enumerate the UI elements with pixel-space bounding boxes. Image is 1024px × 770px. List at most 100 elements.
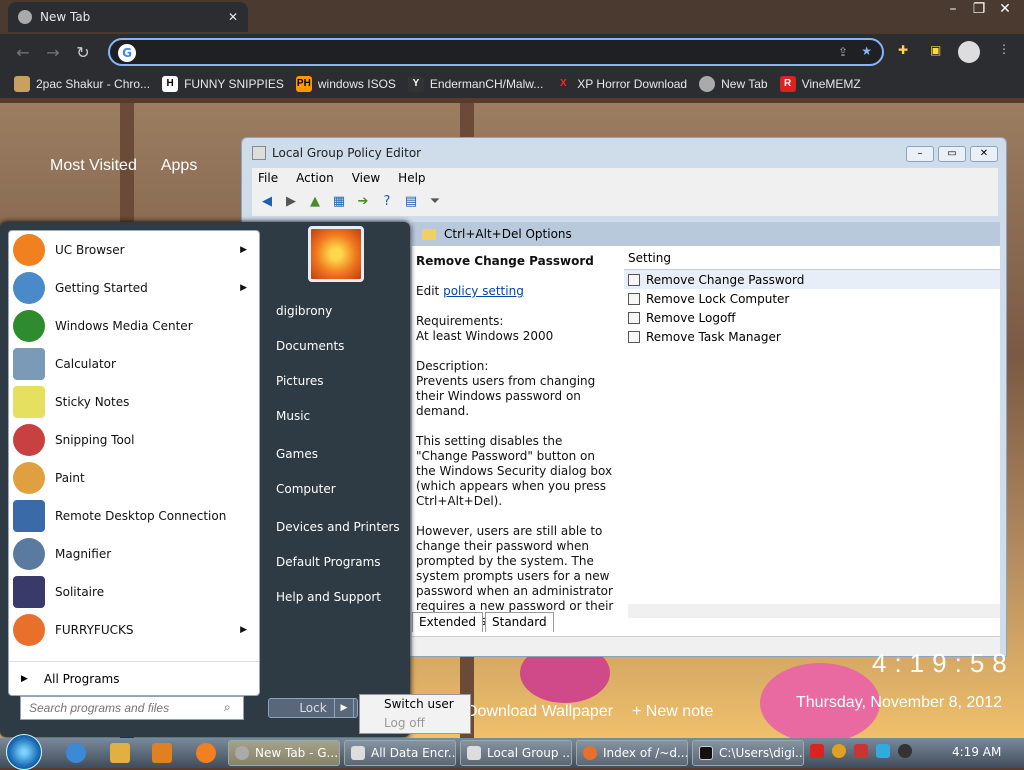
pictures-link[interactable]: Pictures xyxy=(276,374,324,388)
tab-standard[interactable]: Standard xyxy=(485,612,554,632)
list-item[interactable]: Remove Task Manager xyxy=(624,327,1000,346)
default-programs-link[interactable]: Default Programs xyxy=(276,555,381,569)
download-wallpaper-link[interactable]: Download Wallpaper xyxy=(466,703,613,721)
bookmark-item[interactable]: R VineMEMZ xyxy=(779,76,861,92)
filter-icon[interactable]: ⏷ xyxy=(426,193,444,211)
menu-help[interactable]: Help xyxy=(398,171,425,185)
bookmark-item[interactable]: X XP Horror Download xyxy=(555,76,687,92)
taskbar-button[interactable]: Local Group ... xyxy=(460,740,572,766)
games-link[interactable]: Games xyxy=(276,447,318,461)
forward-arrow-icon[interactable]: ▶ xyxy=(282,193,300,211)
start-menu-places: digibrony Documents Pictures Music Games… xyxy=(262,222,410,737)
requirements-label: Requirements: xyxy=(416,314,504,328)
back-arrow-icon[interactable]: ◀ xyxy=(258,193,276,211)
power-options-arrow-icon[interactable]: ▶ xyxy=(334,698,354,718)
program-magnifier[interactable]: Magnifier xyxy=(9,535,259,573)
taskbar-button[interactable]: Index of /~d... xyxy=(576,740,688,766)
up-folder-icon[interactable]: ▲ xyxy=(306,193,324,211)
documents-link[interactable]: Documents xyxy=(276,339,344,353)
help-support-link[interactable]: Help and Support xyxy=(276,590,381,604)
policy-description: Remove Change Password Edit policy setti… xyxy=(416,254,614,644)
bookmark-item[interactable]: Y EndermanCH/Malw... xyxy=(407,76,543,92)
network-icon[interactable] xyxy=(876,744,890,758)
user-folder-link[interactable]: digibrony xyxy=(276,304,332,318)
menu-action[interactable]: Action xyxy=(296,171,334,185)
tab-extended[interactable]: Extended xyxy=(412,612,483,632)
back-icon[interactable]: ← xyxy=(8,43,38,62)
sidepanel-icon[interactable]: ▣ xyxy=(930,43,941,57)
firefox-icon xyxy=(13,614,45,646)
profile-icon[interactable] xyxy=(958,41,980,63)
bookmark-item[interactable]: 2pac Shakur - Chro... xyxy=(14,76,150,92)
user-avatar[interactable] xyxy=(308,226,364,282)
bookmarks-bar: 2pac Shakur - Chro... H FUNNY SNIPPIES PH… xyxy=(0,70,1024,98)
show-tree-icon[interactable]: ▦ xyxy=(330,193,348,211)
address-bar[interactable]: G ⇪ ★ xyxy=(108,38,884,66)
volume-icon[interactable] xyxy=(898,744,912,758)
taskbar-button[interactable]: All Data Encr... xyxy=(344,740,456,766)
bookmark-item[interactable]: PH windows ISOS xyxy=(295,76,396,92)
close-button[interactable]: ✕ xyxy=(970,146,998,162)
program-remote-desktop[interactable]: Remote Desktop Connection xyxy=(9,497,259,535)
program-getting-started[interactable]: Getting Started ▶ xyxy=(9,269,259,307)
uc-browser-icon[interactable] xyxy=(196,743,216,763)
v-tray-icon[interactable] xyxy=(810,744,824,758)
program-firefox[interactable]: FURRYFUCKS ▶ xyxy=(9,611,259,649)
list-item[interactable]: Remove Change Password xyxy=(624,270,1000,289)
start-orb[interactable] xyxy=(6,734,42,770)
tab-close-icon[interactable]: ✕ xyxy=(228,10,238,24)
export-icon[interactable]: ➔ xyxy=(354,193,372,211)
description-text: This setting disables the "Change Passwo… xyxy=(416,434,613,508)
taskbar-clock[interactable]: 4:19 AM xyxy=(952,745,1001,759)
taskbar-button[interactable]: New Tab - G... xyxy=(228,740,340,766)
properties-icon[interactable]: ▤ xyxy=(402,193,420,211)
list-item[interactable]: Remove Lock Computer xyxy=(624,289,1000,308)
log-off-item[interactable]: Log off xyxy=(384,714,470,733)
column-header-setting[interactable]: Setting xyxy=(624,246,1000,270)
restore-icon[interactable]: ❐ xyxy=(966,0,992,18)
program-sticky-notes[interactable]: Sticky Notes xyxy=(9,383,259,421)
bookmark-item[interactable]: New Tab xyxy=(699,76,768,92)
explorer-icon[interactable] xyxy=(110,743,130,763)
start-search-input[interactable] xyxy=(20,696,244,720)
minimize-button[interactable]: – xyxy=(906,146,934,162)
program-calculator[interactable]: Calculator xyxy=(9,345,259,383)
apps-link[interactable]: Apps xyxy=(161,157,197,175)
minimize-icon[interactable]: – xyxy=(940,0,966,18)
horizontal-scrollbar[interactable] xyxy=(628,604,1000,618)
media-player-icon[interactable] xyxy=(152,743,172,763)
address-input[interactable] xyxy=(144,43,804,61)
share-icon[interactable]: ⇪ xyxy=(838,45,848,59)
search-tray-icon[interactable] xyxy=(832,744,846,758)
help-icon[interactable]: ? xyxy=(378,193,396,211)
forward-icon[interactable]: → xyxy=(38,43,68,62)
flag-icon[interactable] xyxy=(854,744,868,758)
program-solitaire[interactable]: Solitaire xyxy=(9,573,259,611)
program-paint[interactable]: Paint xyxy=(9,459,259,497)
menu-file[interactable]: File xyxy=(258,171,278,185)
start-menu: UC Browser ▶ Getting Started ▶ Windows Med… xyxy=(0,222,410,737)
menu-kebab-icon[interactable]: ⋮ xyxy=(998,42,1010,56)
list-item[interactable]: Remove Logoff xyxy=(624,308,1000,327)
bookmark-item[interactable]: H FUNNY SNIPPIES xyxy=(162,76,284,92)
program-media-center[interactable]: Windows Media Center xyxy=(9,307,259,345)
menu-view[interactable]: View xyxy=(352,171,380,185)
bookmark-star-icon[interactable]: ★ xyxy=(861,44,872,58)
policy-setting-link[interactable]: policy setting xyxy=(443,284,524,298)
program-uc-browser[interactable]: UC Browser ▶ xyxy=(9,231,259,269)
taskbar-button[interactable]: C:\Users\digi... xyxy=(692,740,804,766)
extensions-icon[interactable]: ✚ xyxy=(898,43,908,57)
program-snipping-tool[interactable]: Snipping Tool xyxy=(9,421,259,459)
close-icon[interactable]: ✕ xyxy=(992,0,1018,18)
music-link[interactable]: Music xyxy=(276,409,310,423)
ie-icon[interactable] xyxy=(66,743,86,763)
maximize-button[interactable]: ▭ xyxy=(938,146,966,162)
switch-user-item[interactable]: Switch user xyxy=(384,695,470,714)
tab-new-tab[interactable]: New Tab ✕ xyxy=(8,2,248,32)
all-programs-button[interactable]: ▶ All Programs xyxy=(9,661,259,695)
reload-icon[interactable]: ↻ xyxy=(68,43,98,62)
devices-printers-link[interactable]: Devices and Printers xyxy=(276,520,400,534)
new-note-link[interactable]: + New note xyxy=(632,703,713,721)
computer-link[interactable]: Computer xyxy=(276,482,336,496)
most-visited-link[interactable]: Most Visited xyxy=(50,157,137,175)
